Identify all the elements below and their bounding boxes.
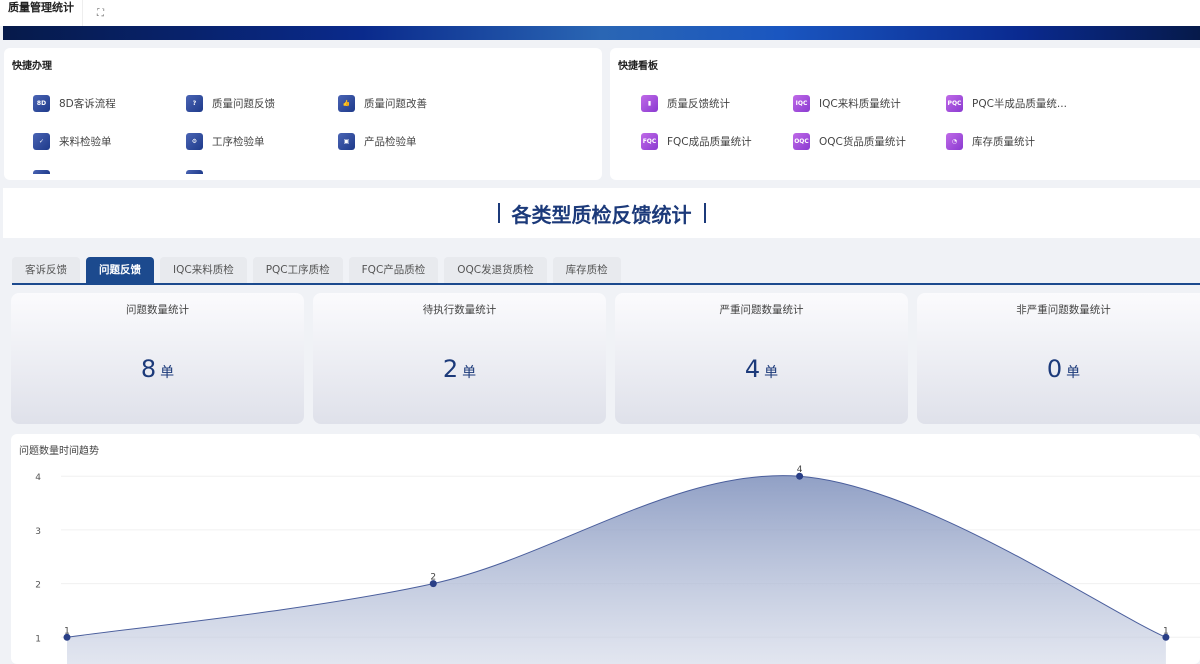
card-title: 严重问题数量统计 [719,304,804,316]
quick-item[interactable]: PQC PQC半成品质量统... [946,95,1067,112]
banner [3,26,1200,40]
more-icon [33,170,50,174]
card-value-row: 8单 [11,355,304,383]
data-label: 1 [1163,626,1169,636]
item-label: 产品检验单 [364,136,417,148]
quick-boards-panel: 快捷看板 ▮ 质量反馈统计 IQC IQC来料质量统计 PQC PQC半成品质量统... F… [610,48,1200,180]
card-value-row: 4单 [615,355,908,383]
quick-item[interactable]: ▣ 产品检验单 [338,133,417,150]
data-label: 2 [430,573,436,583]
card-value-row: 2单 [313,355,606,383]
quick-item[interactable]: ⚙ 工序检验单 [186,133,265,150]
section-title: 各类型质检反馈统计 [3,188,1200,238]
item-icon: IQC [793,95,810,112]
stat-card: 非严重问题数量统计 0 单 [917,293,1200,424]
item-icon: ◔ [946,133,963,150]
series-area [67,475,1166,664]
top-bar: 质量管理统计 ⛶ [0,0,1200,26]
more-icon [186,170,203,174]
stat-card: 问题数量统计 8 单 [11,293,304,424]
page-tab[interactable]: 质量管理统计 [0,0,83,26]
trend-chart: 问题数量时间趋势 12341241 [11,434,1200,664]
quick-item[interactable]: ? 质量问题反馈 [186,95,275,112]
y-tick-label: 2 [35,581,41,591]
quick-item[interactable]: ▮ 质量反馈统计 [641,95,730,112]
quick-item[interactable]: 8D 8D客诉流程 [33,95,116,112]
tab-item[interactable]: IQC来料质检 [160,257,247,283]
card-title: 问题数量统计 [126,304,189,316]
quick-item[interactable]: IQC IQC来料质量统计 [793,95,901,112]
stat-card: 待执行数量统计 2 单 [313,293,606,424]
tab-item[interactable]: PQC工序质检 [252,257,343,283]
card-value: 0 [1046,355,1063,383]
item-icon: ▮ [641,95,658,112]
tab-bar: 客诉反馈 问题反馈 IQC来料质检 PQC工序质检 FQC产品质检 OQC发退货质检 库存质… [12,257,621,283]
item-icon: ✓ [33,133,50,150]
item-icon: ? [186,95,203,112]
quick-item[interactable]: ✓ 来料检验单 [33,133,112,150]
panel-title: 快捷看板 [618,61,658,72]
y-tick-label: 1 [35,634,41,644]
card-unit: 单 [764,365,779,381]
quick-item[interactable]: OQC OQC货品质量统计 [793,133,906,150]
panel-title: 快捷办理 [12,61,52,72]
item-icon: FQC [641,133,658,150]
quick-actions-panel: 快捷办理 8D 8D客诉流程? 质量问题反馈 👍 质量问题改善 ✓ 来料检验单 ⚙ 工序检验单 ▣… [4,48,602,180]
data-label: 4 [797,465,803,475]
stat-card: 严重问题数量统计 4 单 [615,293,908,424]
item-label: 质量问题反馈 [212,98,275,110]
item-icon: PQC [946,95,963,112]
item-label: 8D客诉流程 [59,98,116,110]
item-label: 来料检验单 [59,136,112,148]
item-label: 库存质量统计 [972,136,1035,148]
card-value: 2 [442,355,459,383]
card-title: 待执行数量统计 [422,304,497,316]
card-value-row: 0单 [917,355,1200,383]
tab-item[interactable]: FQC产品质检 [348,257,439,283]
item-icon: OQC [793,133,810,150]
card-title: 非严重问题数量统计 [1016,304,1111,316]
item-label: 质量反馈统计 [667,98,730,110]
y-tick-label: 3 [35,527,41,537]
chart-svg: 1 2 3 4 1 2 4 1 [35,465,1200,664]
data-label: 1 [64,626,70,636]
item-label: FQC成品质量统计 [667,136,752,148]
y-tick-label: 4 [35,473,41,483]
expand-icon[interactable]: ⛶ [97,8,104,19]
card-value: 4 [744,355,761,383]
tab-item[interactable]: 问题反馈 [86,257,154,283]
item-icon: ⚙ [186,133,203,150]
item-label: OQC货品质量统计 [819,136,906,148]
tab-item[interactable]: 库存质检 [552,257,621,283]
item-label: 工序检验单 [212,136,265,148]
tab-underline [12,283,1200,285]
card-unit: 单 [1066,365,1081,381]
quick-item[interactable]: ◔ 库存质量统计 [946,133,1035,150]
item-icon: ▣ [338,133,355,150]
quick-item[interactable]: FQC FQC成品质量统计 [641,133,752,150]
tab-item[interactable]: OQC发退货质检 [444,257,547,283]
item-label: PQC半成品质量统... [972,98,1067,110]
item-icon: 8D [33,95,50,112]
item-label: 质量问题改善 [364,98,427,110]
card-unit: 单 [160,365,175,381]
tab-item[interactable]: 客诉反馈 [12,257,80,283]
item-label: IQC来料质量统计 [819,98,901,110]
card-unit: 单 [462,365,477,381]
item-icon: 👍 [338,95,355,112]
card-value: 8 [140,355,157,383]
quick-item[interactable]: 👍 质量问题改善 [338,95,427,112]
section-title-text: 各类型质检反馈统计 [511,202,692,227]
